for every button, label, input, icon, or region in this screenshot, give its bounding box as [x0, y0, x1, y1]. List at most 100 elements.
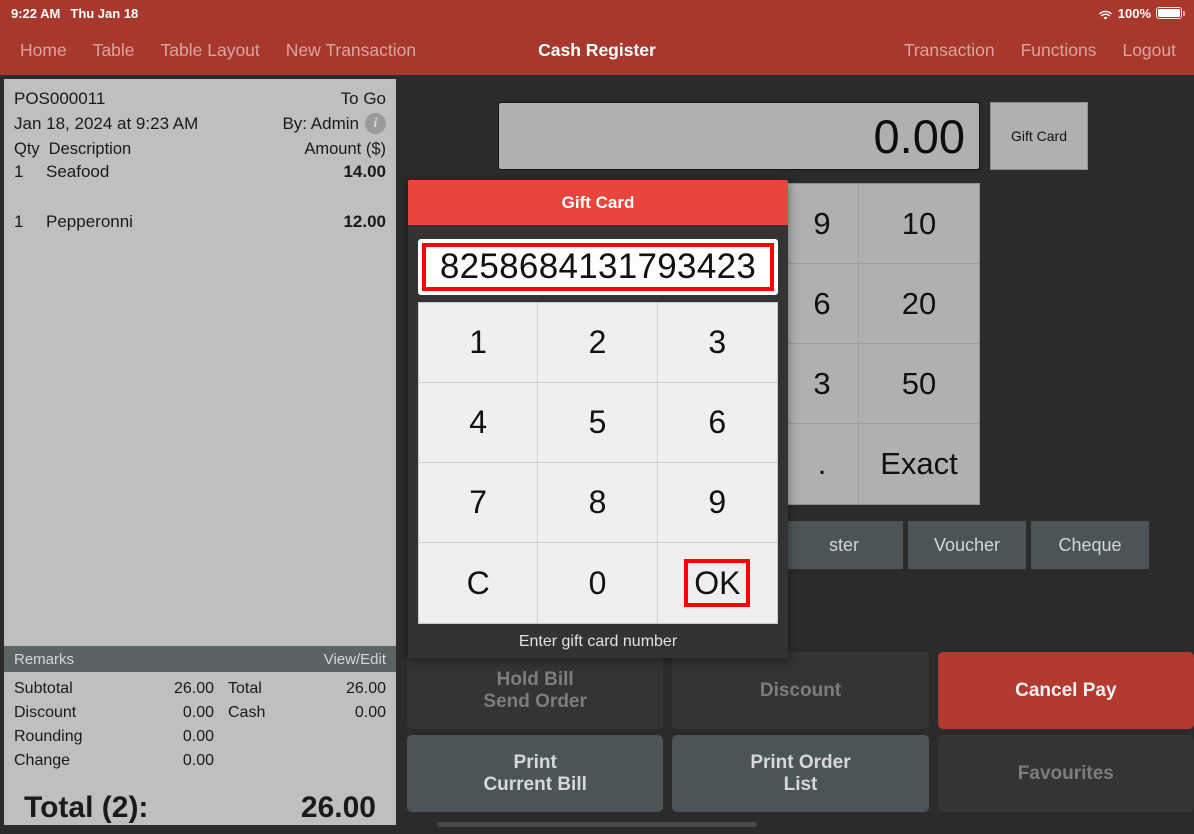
nav-item-table[interactable]: Table — [93, 40, 135, 61]
gift-card-dialog-title: Gift Card — [408, 180, 788, 225]
nav-item-table-layout[interactable]: Table Layout — [161, 40, 260, 61]
total-value: 26.00 — [345, 680, 386, 697]
order-header-row-1: POS000011 To Go — [14, 86, 386, 111]
order-type: To Go — [340, 89, 386, 108]
hold-bill-send-order-button[interactable]: Hold Bill Send Order — [407, 652, 664, 729]
cash-label: Cash — [228, 704, 266, 721]
payment-method-row: ster Voucher Cheque — [785, 521, 1149, 569]
dialog-key-0[interactable]: 0 — [538, 543, 658, 623]
totals-row-subtotal: Subtotal 26.00 — [14, 677, 214, 701]
totals-row-cash: Cash 0.00 — [214, 701, 386, 725]
column-header-qty: Qty — [14, 140, 40, 158]
nav-item-new-transaction[interactable]: New Transaction — [286, 40, 416, 61]
keypad-key-decimal[interactable]: . — [786, 424, 859, 504]
gift-card-input-frame: 8258684131793423 — [418, 239, 778, 295]
totals-row-change: Change 0.00 — [14, 749, 214, 773]
totals-section: Subtotal 26.00 Discount 0.00 Rounding 0.… — [4, 672, 396, 825]
dialog-key-6[interactable]: 6 — [657, 383, 777, 463]
remarks-view-edit-link[interactable]: View/Edit — [324, 651, 386, 668]
column-header-description: Description — [48, 140, 132, 158]
order-item-row[interactable]: 1 Seafood 14.00 — [14, 162, 386, 212]
order-header-row-2: Jan 18, 2024 at 9:23 AM By: Admin i — [14, 111, 386, 136]
total-label: Total — [228, 680, 262, 697]
dialog-key-9[interactable]: 9 — [657, 463, 777, 543]
discount-label: Discount — [14, 704, 77, 721]
print-current-bill-button[interactable]: Print Current Bill — [407, 735, 664, 812]
dialog-key-8[interactable]: 8 — [538, 463, 658, 543]
cancel-pay-button[interactable]: Cancel Pay — [937, 652, 1194, 729]
status-bar-right: 100% — [1098, 5, 1185, 21]
order-header: POS000011 To Go Jan 18, 2024 at 9:23 AM … — [4, 79, 396, 136]
info-icon[interactable]: i — [365, 113, 386, 134]
dialog-key-clear[interactable]: C — [419, 543, 539, 623]
home-indicator — [437, 822, 757, 827]
grand-total-label: Total (2): — [24, 791, 149, 824]
remarks-bar[interactable]: Remarks View/Edit — [4, 646, 396, 672]
keypad-key-9[interactable]: 9 — [786, 184, 859, 264]
item-qty: 1 — [14, 212, 24, 231]
pos-app-window: 9:22 AM Thu Jan 18 100% Home Table Table… — [0, 0, 1194, 834]
totals-left-column: Subtotal 26.00 Discount 0.00 Rounding 0.… — [14, 677, 214, 773]
status-bar-left: 9:22 AM Thu Jan 18 — [11, 6, 138, 21]
item-description: Pepperonni — [46, 212, 133, 231]
item-amount: 14.00 — [343, 162, 386, 181]
discount-button[interactable]: Discount — [672, 652, 929, 729]
payment-method-voucher[interactable]: Voucher — [908, 521, 1026, 569]
nav-right-group: Transaction Functions Logout — [904, 26, 1176, 75]
item-amount: 12.00 — [343, 212, 386, 231]
dialog-key-4[interactable]: 4 — [419, 383, 539, 463]
status-date: Thu Jan 18 — [70, 5, 139, 21]
discount-value: 0.00 — [182, 704, 214, 721]
gift-card-dialog: Gift Card 8258684131793423 1 2 3 4 5 6 7… — [408, 180, 788, 658]
dialog-key-ok-label: OK — [684, 559, 751, 607]
column-header-amount: Amount ($) — [304, 140, 386, 158]
favourites-button[interactable]: Favourites — [937, 735, 1194, 812]
nav-item-transaction[interactable]: Transaction — [904, 40, 995, 61]
payment-method-master[interactable]: ster — [785, 521, 903, 569]
battery-percent-label: 100% — [1117, 5, 1151, 21]
keypad-key-exact[interactable]: Exact — [859, 424, 979, 504]
order-items-list[interactable]: 1 Seafood 14.00 1 Pepperonni 12.00 — [4, 162, 396, 646]
print-order-list-button[interactable]: Print Order List — [672, 735, 929, 812]
totals-right-column: Total 26.00 Cash 0.00 — [214, 677, 386, 773]
keypad-key-3[interactable]: 3 — [786, 344, 859, 424]
order-datetime: Jan 18, 2024 at 9:23 AM — [14, 114, 199, 133]
keypad-key-10[interactable]: 10 — [859, 184, 979, 264]
dialog-key-3[interactable]: 3 — [657, 303, 777, 383]
payment-method-cheque[interactable]: Cheque — [1031, 521, 1149, 569]
totals-row-rounding: Rounding 0.00 — [14, 725, 214, 749]
gift-card-button[interactable]: Gift Card — [990, 102, 1088, 170]
function-button-grid-left: Hold Bill Send Order Discount Cancel Pay… — [407, 652, 1194, 812]
status-time: 9:22 AM — [11, 5, 61, 21]
item-description: Seafood — [46, 162, 110, 181]
gift-card-number-input[interactable]: 8258684131793423 — [422, 243, 774, 291]
gift-card-input-wrapper: 8258684131793423 — [408, 225, 788, 302]
order-panel: POS000011 To Go Jan 18, 2024 at 9:23 AM … — [4, 79, 396, 825]
remarks-label: Remarks — [14, 650, 75, 668]
change-value: 0.00 — [182, 752, 214, 769]
totals-row-discount: Discount 0.00 — [14, 701, 214, 725]
items-column-headers: Qty Description Amount ($) — [4, 136, 396, 162]
dialog-key-7[interactable]: 7 — [419, 463, 539, 543]
subtotal-label: Subtotal — [14, 680, 73, 697]
keypad-key-50[interactable]: 50 — [859, 344, 979, 424]
rounding-label: Rounding — [14, 728, 83, 745]
wifi-icon — [1098, 9, 1113, 20]
dialog-key-2[interactable]: 2 — [538, 303, 658, 383]
keypad-key-20[interactable]: 20 — [859, 264, 979, 344]
rounding-value: 0.00 — [182, 728, 214, 745]
nav-item-functions[interactable]: Functions — [1021, 40, 1097, 61]
totals-row-total: Total 26.00 — [214, 677, 386, 701]
nav-item-home[interactable]: Home — [20, 40, 67, 61]
amount-keypad[interactable]: 9 10 6 20 3 50 . Exact — [785, 183, 980, 505]
nav-item-logout[interactable]: Logout — [1122, 40, 1176, 61]
grand-total-value: 26.00 — [300, 791, 376, 824]
gift-card-hint-text: Enter gift card number — [518, 633, 678, 650]
grand-total-row: Total (2): 26.00 — [14, 773, 386, 825]
dialog-key-5[interactable]: 5 — [538, 383, 658, 463]
keypad-key-6[interactable]: 6 — [786, 264, 859, 344]
order-item-row[interactable]: 1 Pepperonni 12.00 — [14, 212, 386, 262]
dialog-key-ok[interactable]: OK — [658, 543, 777, 623]
amount-display[interactable]: 0.00 — [498, 102, 980, 170]
dialog-key-1[interactable]: 1 — [419, 303, 539, 383]
